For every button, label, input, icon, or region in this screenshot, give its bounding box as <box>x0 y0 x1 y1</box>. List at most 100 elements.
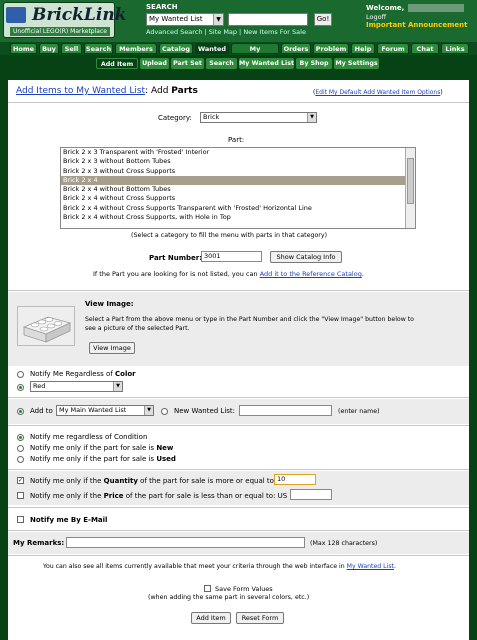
nav-catalog[interactable]: Catalog <box>159 43 193 54</box>
nav-links[interactable]: Links <box>441 43 469 54</box>
color-value: Red <box>33 382 46 390</box>
web-interface-text: You can also see all items currently ava… <box>43 563 396 570</box>
cond-new-radio[interactable] <box>17 445 24 452</box>
divider <box>8 469 469 470</box>
list-item[interactable]: Brick 2 x 4 without Cross Supports Trans… <box>61 204 415 213</box>
reset-form-button[interactable]: Reset Form <box>236 612 284 624</box>
part-number-input[interactable]: 3001 <box>201 251 262 262</box>
tab-my-wanted-list[interactable]: My Wanted List <box>239 58 294 69</box>
tab-my-settings[interactable]: My Settings <box>334 58 379 69</box>
cond-used-bold: Used <box>156 455 176 463</box>
nav-wanted[interactable]: Wanted <box>195 43 229 54</box>
advanced-search-link[interactable]: Advanced Search <box>146 28 203 36</box>
color-any-bold: Color <box>115 370 136 378</box>
search-input[interactable] <box>228 13 308 26</box>
save-form-checkbox[interactable] <box>204 585 211 592</box>
view-image-button[interactable]: View Image <box>89 342 135 354</box>
chevron-down-icon: ▼ <box>113 382 122 391</box>
tab-part-set[interactable]: Part Set <box>171 58 204 69</box>
nav-buy[interactable]: Buy <box>39 43 59 54</box>
remarks-input[interactable] <box>66 537 305 548</box>
title-parts: Parts <box>171 86 198 96</box>
qty-checkbox[interactable]: ✓ <box>17 477 24 484</box>
list-item[interactable]: Brick 2 x 3 without Cross Supports <box>61 167 415 176</box>
search-scope-select[interactable]: My Wanted List ▼ <box>146 13 224 26</box>
color-specific-radio[interactable] <box>17 384 24 391</box>
list-item[interactable]: Brick 2 x 3 Transparent with 'Frosted' I… <box>61 148 415 157</box>
nav-members[interactable]: Members <box>115 43 157 54</box>
part-listbox[interactable]: Brick 2 x 3 Transparent with 'Frosted' I… <box>60 147 416 229</box>
nav-home[interactable]: Home <box>10 43 37 54</box>
wanted-list-title-link[interactable]: Add Items to My Wanted List <box>16 86 145 96</box>
save-form-hint: (when adding the same part in several co… <box>148 594 310 601</box>
nav-chat[interactable]: Chat <box>411 43 439 54</box>
color-any-text: Notify Me Regardless of <box>30 370 116 378</box>
tab-upload[interactable]: Upload <box>140 58 169 69</box>
cond-new-label: Notify me only if the part for sale is N… <box>30 444 173 452</box>
nav-forum[interactable]: Forum <box>377 43 409 54</box>
category-select[interactable]: Brick ▼ <box>200 112 317 123</box>
nav-orders[interactable]: Orders <box>281 43 311 54</box>
cond-used-text: Notify me only if the part for sale is <box>30 455 157 463</box>
new-items-link[interactable]: New Items For Sale <box>243 28 306 36</box>
nav-help[interactable]: Help <box>351 43 375 54</box>
email-checkbox[interactable] <box>17 516 24 523</box>
qty-input[interactable]: 10 <box>274 474 316 485</box>
my-wanted-list-link[interactable]: My Wanted List <box>347 563 394 570</box>
show-catalog-info-button[interactable]: Show Catalog Info <box>270 251 342 263</box>
listbox-scrollbar[interactable] <box>405 148 415 228</box>
price-input[interactable] <box>290 489 332 500</box>
part-number-label: Part Number: <box>149 254 203 262</box>
logo-brick-icon <box>6 7 26 23</box>
price-label: Notify me only if the Price of the part … <box>30 492 294 500</box>
nav-my-bricklink[interactable]: My BrickLink <box>231 43 279 64</box>
new-list-input[interactable] <box>239 405 332 416</box>
new-list-label: New Wanted List: <box>174 407 236 415</box>
logo-text: BrickLink <box>32 5 127 25</box>
announcement-link[interactable]: Important Announcement <box>366 21 467 29</box>
view-image-desc2: see a picture of the selected Part. <box>85 325 190 332</box>
save-form-label: Save Form Values <box>215 585 273 593</box>
site-map-link[interactable]: Site Map <box>209 28 237 36</box>
nav-sell[interactable]: Sell <box>61 43 82 54</box>
list-item[interactable]: Brick 2 x 4 without Bottom Tubes <box>61 185 415 194</box>
logoff-link[interactable]: Logoff <box>366 13 386 21</box>
tab-add-item[interactable]: Add Item <box>96 58 138 69</box>
wanted-list-select[interactable]: My Main Wanted List ▼ <box>56 405 154 416</box>
cond-any-label: Notify me regardless of Condition <box>30 433 148 441</box>
search-links: Advanced Search | Site Map | New Items For… <box>146 28 306 36</box>
scrollbar-thumb[interactable] <box>407 158 414 204</box>
page-title: Add Items to My Wanted List: Add Parts <box>16 86 198 96</box>
tab-search[interactable]: Search <box>206 58 237 69</box>
tab-by-shop[interactable]: By Shop <box>296 58 332 69</box>
cond-used-radio[interactable] <box>17 456 24 463</box>
view-image-section <box>8 292 469 366</box>
not-listed-label: If the Part you are looking for is not l… <box>93 270 258 278</box>
price-bold: Price <box>103 492 124 500</box>
bricklink-logo[interactable]: BrickLink Unofficial LEGO(R) Marketplace <box>3 2 126 38</box>
list-item[interactable]: Brick 2 x 4 without Cross Supports, with… <box>61 213 415 222</box>
nav-search[interactable]: Search <box>84 43 113 54</box>
divider <box>8 425 469 426</box>
view-image-desc1: Select a Part from the above menu or typ… <box>85 316 414 323</box>
not-listed-text: If the Part you are looking for is not l… <box>93 270 364 278</box>
add-to-radio[interactable] <box>17 408 24 415</box>
list-item-selected[interactable]: Brick 2 x 4 <box>61 175 415 186</box>
add-item-button[interactable]: Add Item <box>191 612 231 624</box>
divider <box>8 397 469 398</box>
add-reference-link[interactable]: Add it to the Reference Catalog <box>260 270 362 278</box>
color-select[interactable]: Red ▼ <box>30 381 123 392</box>
nav-problem[interactable]: Problem <box>313 43 349 54</box>
edit-defaults-link[interactable]: Edit My Default Add Wanted Item Options <box>315 89 440 96</box>
list-item[interactable]: Brick 2 x 4 without Cross Supports <box>61 194 415 203</box>
cond-used-label: Notify me only if the part for sale is U… <box>30 455 176 463</box>
color-any-radio[interactable] <box>17 371 24 378</box>
list-item[interactable]: Brick 2 x 3 without Bottom Tubes <box>61 157 415 166</box>
search-scope-value: My Wanted List <box>149 15 203 23</box>
cond-any-radio[interactable] <box>17 434 24 441</box>
remarks-max-hint: (Max 128 characters) <box>310 540 378 547</box>
price-text-pre: Notify me only if the <box>30 492 104 500</box>
price-checkbox[interactable] <box>17 492 24 499</box>
new-list-radio[interactable] <box>161 408 168 415</box>
go-button[interactable]: Go! <box>314 13 332 26</box>
